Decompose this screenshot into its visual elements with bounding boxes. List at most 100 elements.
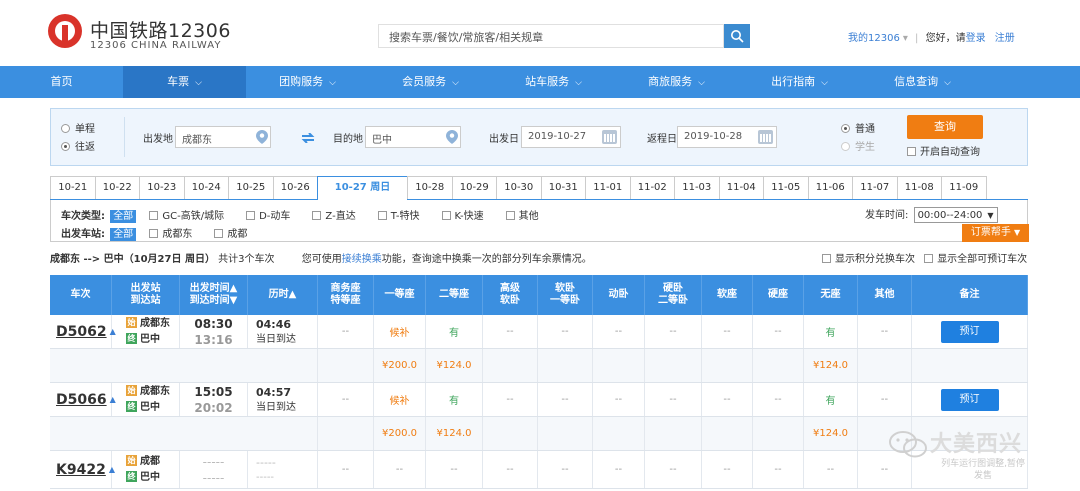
nav-group-service[interactable]: 团购服务 ⌵ bbox=[246, 66, 369, 98]
date-tab[interactable]: 10-28 bbox=[407, 176, 453, 199]
nav-info-query[interactable]: 信息查询 ⌵ bbox=[861, 66, 984, 98]
seat-availability[interactable]: 候补 bbox=[390, 392, 410, 407]
date-tab[interactable]: 10-27 周日 bbox=[317, 176, 408, 200]
table-cell: ----- ----- bbox=[248, 451, 318, 488]
date-tab[interactable]: 11-04 bbox=[718, 176, 764, 199]
nav-member-service[interactable]: 会员服务 ⌵ bbox=[369, 66, 492, 98]
date-tab[interactable]: 10-23 bbox=[139, 176, 185, 199]
seat-availability[interactable]: 有 bbox=[826, 324, 836, 339]
chevron-down-icon: ⌵ bbox=[452, 78, 459, 88]
route-text: 成都东 --> 巴中（10月27日 周日） bbox=[50, 254, 215, 265]
seat-availability[interactable]: 有 bbox=[449, 392, 459, 407]
date-tab[interactable]: 11-06 bbox=[807, 176, 853, 199]
points-checkbox[interactable]: 显示积分兑换车次 bbox=[822, 254, 915, 265]
book-button[interactable]: 预订 bbox=[940, 320, 999, 343]
nav-home[interactable]: 首页 bbox=[0, 66, 123, 98]
radio-checked-icon bbox=[61, 142, 70, 151]
train-type-option[interactable]: GC-高铁/城际 bbox=[149, 207, 224, 222]
seat-availability[interactable]: 候补 bbox=[390, 324, 410, 339]
search-button[interactable] bbox=[724, 24, 750, 48]
train-number-link[interactable]: D5066 bbox=[56, 392, 107, 408]
date-tab[interactable]: 10-29 bbox=[451, 176, 497, 199]
booking-helper-button[interactable]: 订票帮手 ▼ bbox=[962, 224, 1029, 242]
calendar-icon[interactable] bbox=[602, 130, 617, 144]
login-link[interactable]: 登录 bbox=[966, 33, 986, 44]
date-tab[interactable]: 10-22 bbox=[94, 176, 140, 199]
date-tab[interactable]: 10-25 bbox=[228, 176, 274, 199]
trip-round-radio[interactable]: 往返 bbox=[61, 139, 95, 157]
table-cell: ¥200.0 bbox=[374, 417, 426, 450]
site-search-input[interactable]: 搜索车票/餐饮/常旅客/相关规章 bbox=[378, 24, 724, 48]
column-header[interactable]: 历时▲ bbox=[248, 275, 318, 315]
register-link[interactable]: 注册 bbox=[995, 33, 1015, 44]
from-station-input[interactable]: 成都东 bbox=[175, 126, 271, 148]
railway-logo-icon[interactable] bbox=[48, 14, 82, 48]
station-pair: 始成都东终巴中 bbox=[126, 316, 170, 348]
trip-single-radio[interactable]: 单程 bbox=[61, 121, 95, 139]
date-tab[interactable]: 11-03 bbox=[674, 176, 720, 199]
calendar-icon[interactable] bbox=[758, 130, 773, 144]
nav-business-service[interactable]: 商旅服务 ⌵ bbox=[615, 66, 738, 98]
date-tab[interactable]: 10-26 bbox=[272, 176, 318, 199]
table-cell: -- bbox=[538, 315, 593, 348]
train-type-option[interactable]: 其他 bbox=[505, 207, 539, 222]
date-tab[interactable]: 11-08 bbox=[896, 176, 942, 199]
train-number-link[interactable]: D5062 bbox=[56, 324, 107, 340]
date-tab[interactable]: 11-07 bbox=[852, 176, 898, 199]
logo-title[interactable]: 中国铁路12306 bbox=[90, 16, 231, 43]
all-bookable-checkbox[interactable]: 显示全部可预订车次 bbox=[924, 254, 1027, 265]
date-tab[interactable]: 10-24 bbox=[183, 176, 229, 199]
nav-tickets[interactable]: 车票 ⌵ bbox=[123, 66, 246, 98]
display-options: 显示积分兑换车次 显示全部可预订车次 bbox=[822, 250, 1027, 265]
location-pin-icon[interactable] bbox=[446, 130, 458, 144]
type-normal-radio[interactable]: 普通 bbox=[841, 121, 875, 139]
table-cell bbox=[858, 349, 912, 382]
date-tab[interactable]: 11-01 bbox=[585, 176, 631, 199]
depart-time-select[interactable]: 00:00--24:00 ▼ bbox=[913, 207, 998, 223]
date-tab[interactable]: 10-30 bbox=[496, 176, 542, 199]
to-label: 目的地 bbox=[333, 134, 363, 145]
to-station-input[interactable]: 巴中 bbox=[365, 126, 461, 148]
transfer-link[interactable]: 接续换乘 bbox=[342, 254, 382, 265]
train-type-option[interactable]: K-快速 bbox=[441, 207, 484, 222]
watermark-title: 大美西兴 bbox=[930, 432, 1023, 457]
filter-all-button[interactable]: 全部 bbox=[110, 228, 137, 241]
date-tab[interactable]: 11-05 bbox=[763, 176, 809, 199]
tip-text: 您可使用 bbox=[301, 254, 342, 265]
my12306-link[interactable]: 我的12306 bbox=[848, 33, 900, 44]
date-tab[interactable]: 11-09 bbox=[941, 176, 987, 199]
nav-travel-guide[interactable]: 出行指南 ⌵ bbox=[738, 66, 861, 98]
table-cell: -- bbox=[804, 451, 858, 488]
date-tab[interactable]: 11-02 bbox=[629, 176, 675, 199]
filter-all-button[interactable]: 全部 bbox=[110, 210, 137, 223]
return-date-input[interactable]: 2019-10-28 bbox=[677, 126, 777, 148]
query-button[interactable]: 查询 bbox=[907, 115, 983, 139]
train-type-option[interactable]: Z-直达 bbox=[312, 207, 356, 222]
type-student-radio[interactable]: 学生 bbox=[841, 139, 875, 157]
arrive-time: 20:02 bbox=[194, 400, 233, 415]
column-header[interactable]: 出发时间▲ 到达时间▼ bbox=[180, 275, 248, 315]
swap-stations-icon[interactable] bbox=[301, 133, 315, 143]
table-cell: 始成都东终巴中 bbox=[112, 383, 180, 416]
table-cell: 04:57 当日到达 bbox=[248, 383, 318, 416]
seat-availability[interactable]: 有 bbox=[826, 392, 836, 407]
location-pin-icon[interactable] bbox=[256, 130, 268, 144]
station-option[interactable]: 成都 bbox=[214, 225, 247, 240]
column-header: 硬座 bbox=[753, 275, 804, 315]
table-cell: -- bbox=[593, 383, 645, 416]
seat-availability[interactable]: 有 bbox=[449, 324, 459, 339]
station-option[interactable]: 成都东 bbox=[149, 225, 192, 240]
date-tab[interactable]: 10-31 bbox=[540, 176, 586, 199]
origin-badge-icon: 始 bbox=[126, 384, 137, 396]
auto-query-checkbox[interactable]: 开启自动查询 bbox=[907, 143, 980, 158]
train-number-link[interactable]: K9422 bbox=[56, 462, 106, 478]
table-cell: 有 bbox=[426, 383, 483, 416]
train-type-option[interactable]: D-动车 bbox=[246, 207, 290, 222]
book-button[interactable]: 预订 bbox=[940, 388, 999, 411]
train-type-option[interactable]: T-特快 bbox=[377, 207, 420, 222]
seat-availability: -- bbox=[669, 394, 677, 405]
column-header: 高级 软卧 bbox=[483, 275, 538, 315]
nav-station-service[interactable]: 站车服务 ⌵ bbox=[492, 66, 615, 98]
depart-date-input[interactable]: 2019-10-27 bbox=[521, 126, 621, 148]
date-tab[interactable]: 10-21 bbox=[50, 176, 96, 199]
